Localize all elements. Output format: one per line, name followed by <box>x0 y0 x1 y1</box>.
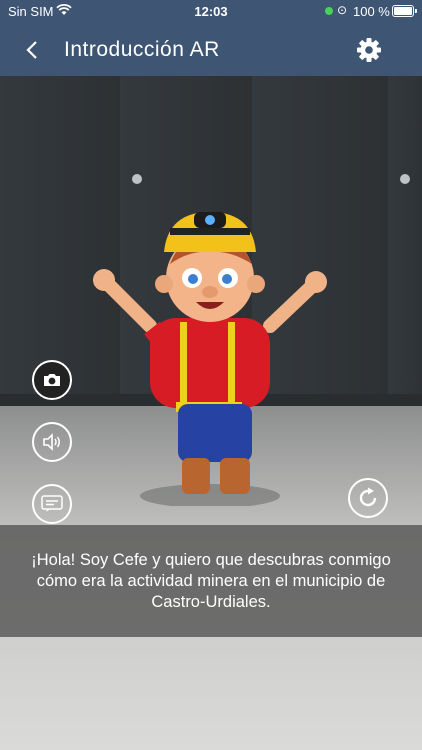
sound-toggle-button[interactable] <box>32 422 72 462</box>
camera-icon <box>44 374 60 386</box>
locker-knob <box>132 174 142 184</box>
subtitles-icon <box>41 495 63 512</box>
locker-door <box>388 76 422 416</box>
dialogue-panel: ¡Hola! Soy Cefe y quiero que descubras c… <box>0 525 422 637</box>
miner-character[interactable] <box>80 206 340 506</box>
locker-knob <box>400 174 410 184</box>
capture-photo-button[interactable] <box>32 360 72 400</box>
chevron-left-icon <box>26 41 37 59</box>
speaker-icon <box>43 433 60 451</box>
refresh-icon <box>359 487 377 507</box>
battery-icon <box>392 5 417 17</box>
battery-percent: 100 % <box>353 4 390 19</box>
dialogue-text: ¡Hola! Soy Cefe y quiero que descubras c… <box>31 550 391 611</box>
reset-scene-button[interactable] <box>348 478 388 518</box>
ar-camera-view[interactable] <box>0 76 422 750</box>
gear-icon <box>357 38 381 62</box>
subtitles-toggle-button[interactable] <box>32 484 72 524</box>
page-title: Introducción AR <box>64 38 220 61</box>
status-bar: Sin SIM 12:03 ⊙ 100 % <box>0 0 422 24</box>
camera-in-use-indicator <box>325 7 333 15</box>
back-button[interactable] <box>18 36 46 64</box>
orientation-lock-icon: ⊙ <box>337 3 348 17</box>
nav-bar: Introducción AR <box>0 24 422 76</box>
settings-button[interactable] <box>355 36 383 64</box>
